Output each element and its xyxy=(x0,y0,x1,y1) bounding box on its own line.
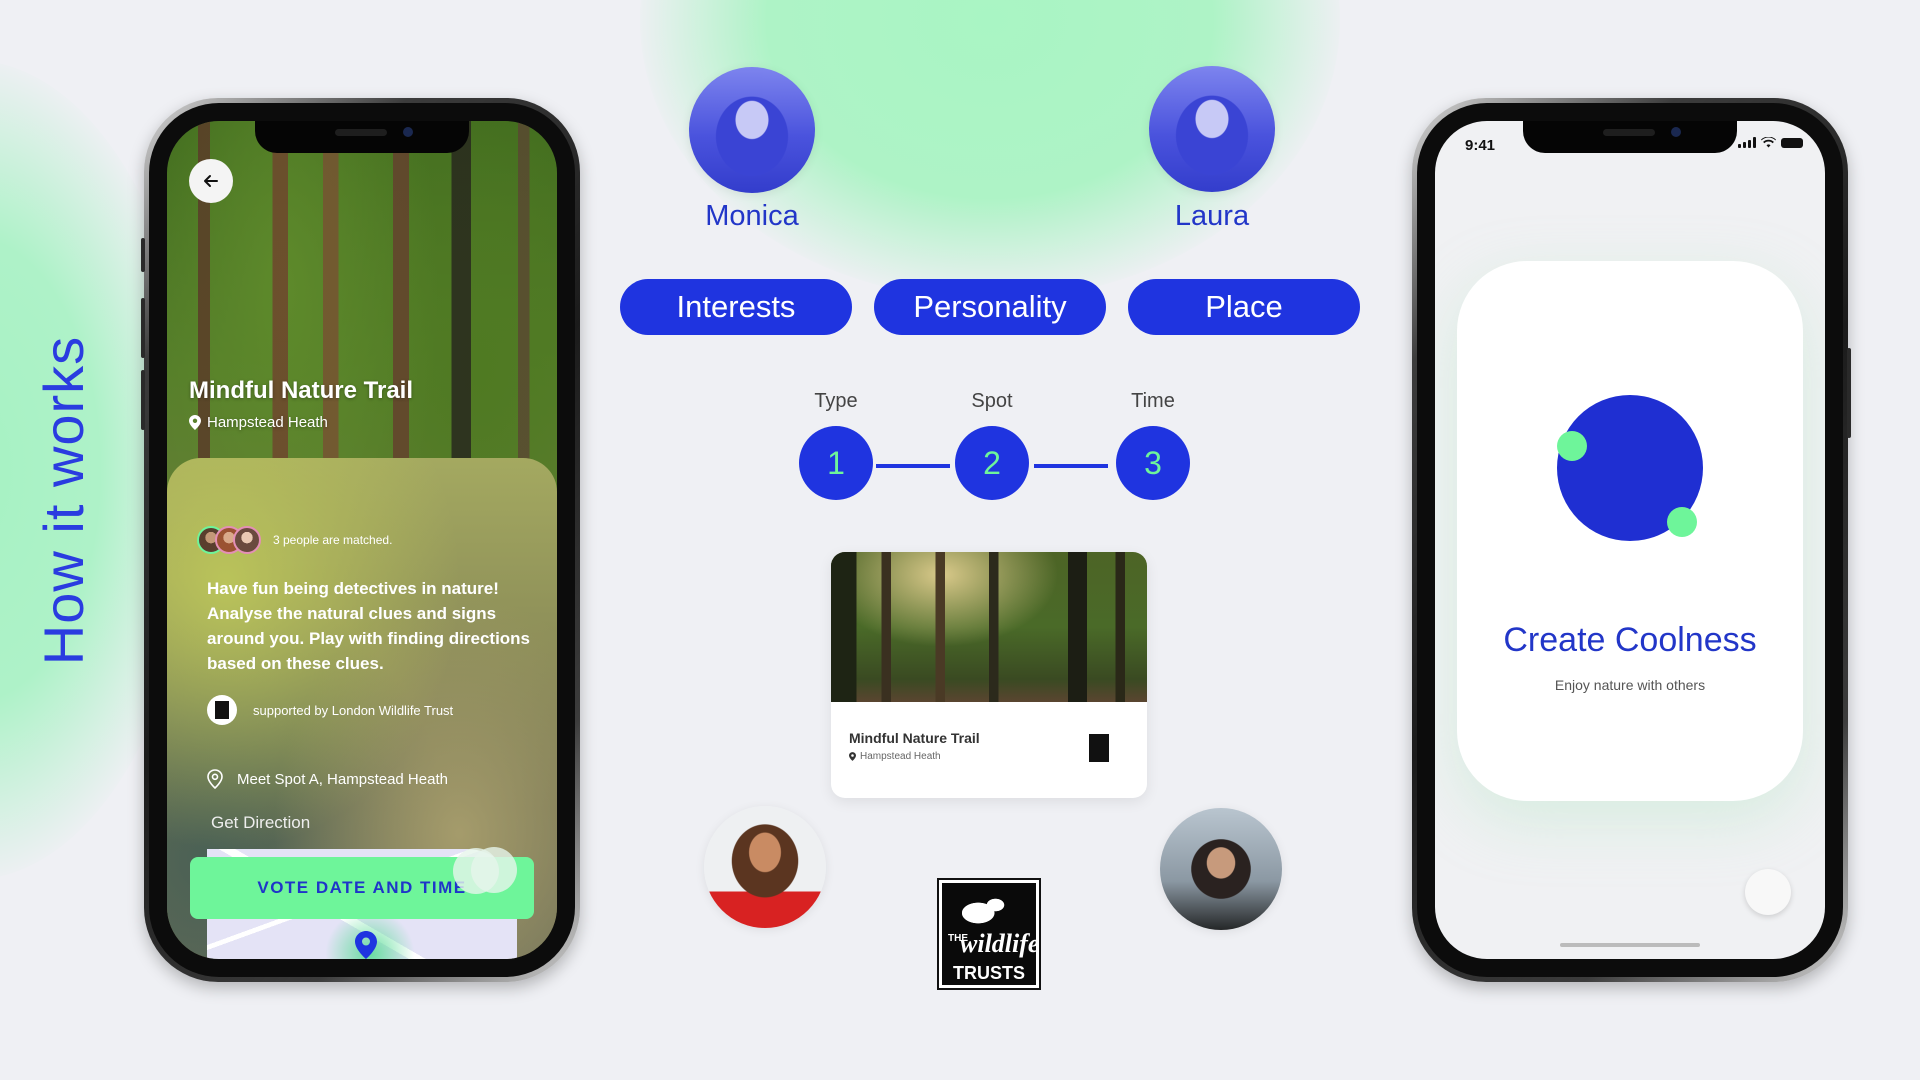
trail-location: Hampstead Heath xyxy=(189,414,328,431)
pill-place[interactable]: Place xyxy=(1128,279,1360,335)
avatar-woman xyxy=(704,806,826,928)
step-circle-3[interactable]: 3 xyxy=(1116,426,1190,500)
badger-icon xyxy=(962,889,1016,929)
matched-text: 3 people are matched. xyxy=(273,533,393,547)
location-pin-icon xyxy=(849,752,856,761)
trail-card-location-text: Hampstead Heath xyxy=(860,751,941,762)
step-label-time: Time xyxy=(1131,390,1175,412)
orb-dot xyxy=(1557,431,1587,461)
home-indicator[interactable] xyxy=(1560,943,1700,947)
volume-down-button xyxy=(141,370,145,430)
supported-by: supported by London Wildlife Trust xyxy=(207,695,453,725)
step-circle-1[interactable]: 1 xyxy=(799,426,873,500)
avatar-monica xyxy=(689,67,815,193)
supported-by-text: supported by London Wildlife Trust xyxy=(253,702,454,718)
section-title-text: How it works xyxy=(32,335,96,665)
section-title: How it works xyxy=(33,335,96,664)
step-circle-2[interactable]: 2 xyxy=(955,426,1029,500)
trail-title: Mindful Nature Trail xyxy=(189,377,414,404)
vote-slider-knob[interactable] xyxy=(453,848,499,894)
matched-avatars xyxy=(197,526,261,554)
trail-card-image xyxy=(831,552,1147,702)
onboarding-subtitle: Enjoy nature with others xyxy=(1554,677,1706,693)
person-name-laura: Laura xyxy=(1174,200,1250,232)
step-connector xyxy=(876,464,950,468)
mute-switch xyxy=(141,238,145,272)
back-button[interactable] xyxy=(189,159,233,203)
step-label-spot: Spot xyxy=(971,390,1013,412)
meet-spot: Meet Spot A, Hampstead Heath xyxy=(207,769,448,789)
london-wildlife-trust-logo xyxy=(207,695,237,725)
trail-description: Have fun being detectives in nature! Ana… xyxy=(207,579,531,673)
onboarding-title: Create Coolness xyxy=(1503,621,1757,659)
power-button xyxy=(1847,348,1851,438)
step-label-type: Type xyxy=(814,390,858,412)
wifi-icon xyxy=(1761,137,1776,148)
signal-icon xyxy=(1738,137,1756,148)
avatar-laura xyxy=(1149,66,1275,192)
status-time: 9:41 xyxy=(1465,137,1496,154)
london-wildlife-trust-logo xyxy=(1089,734,1109,762)
avatar-man xyxy=(1160,808,1282,930)
person-name-monica: Monica xyxy=(705,200,799,232)
meet-spot-text: Meet Spot A, Hampstead Heath xyxy=(237,770,448,788)
phone-notch xyxy=(1523,121,1737,153)
logo-trusts: TRUSTS xyxy=(953,963,1025,983)
onboarding-screen: 9:41 Create Coolness Enjoy nature with o… xyxy=(1435,121,1825,959)
battery-icon xyxy=(1781,137,1803,148)
location-pin-icon xyxy=(189,415,201,430)
trail-card-location: Hampstead Heath xyxy=(849,751,941,762)
matched-people: 3 people are matched. xyxy=(197,526,392,554)
next-button[interactable] xyxy=(1745,869,1791,915)
pill-personality[interactable]: Personality xyxy=(874,279,1106,335)
trail-location-text: Hampstead Heath xyxy=(207,414,328,431)
orb-dot xyxy=(1667,507,1697,537)
step-connector xyxy=(1034,464,1108,468)
arrow-left-icon xyxy=(204,175,218,187)
wildlife-trusts-logo: THE wildlife TRUSTS xyxy=(937,878,1041,990)
trail-card-title: Mindful Nature Trail xyxy=(849,730,980,746)
phone-notch xyxy=(255,121,469,153)
trail-card[interactable]: Mindful Nature Trail Hampstead Heath xyxy=(831,552,1147,798)
left-phone-mockup: Mindful Nature Trail Hampstead Heath 3 p… xyxy=(141,98,580,982)
logo-wildlife: wildlife xyxy=(960,929,1040,958)
brand-orb-icon xyxy=(1557,395,1703,541)
trail-detail-screen: Mindful Nature Trail Hampstead Heath 3 p… xyxy=(167,121,557,959)
onboarding-card: Create Coolness Enjoy nature with others xyxy=(1457,261,1803,801)
pill-interests[interactable]: Interests xyxy=(620,279,852,335)
location-outline-icon xyxy=(207,769,223,789)
right-phone-mockup: 9:41 Create Coolness Enjoy nature with o… xyxy=(1412,98,1851,982)
map-pin-icon xyxy=(355,931,377,959)
volume-up-button xyxy=(141,298,145,358)
matched-avatar xyxy=(233,526,261,554)
status-icons xyxy=(1738,137,1803,148)
get-direction-label[interactable]: Get Direction xyxy=(211,813,310,833)
